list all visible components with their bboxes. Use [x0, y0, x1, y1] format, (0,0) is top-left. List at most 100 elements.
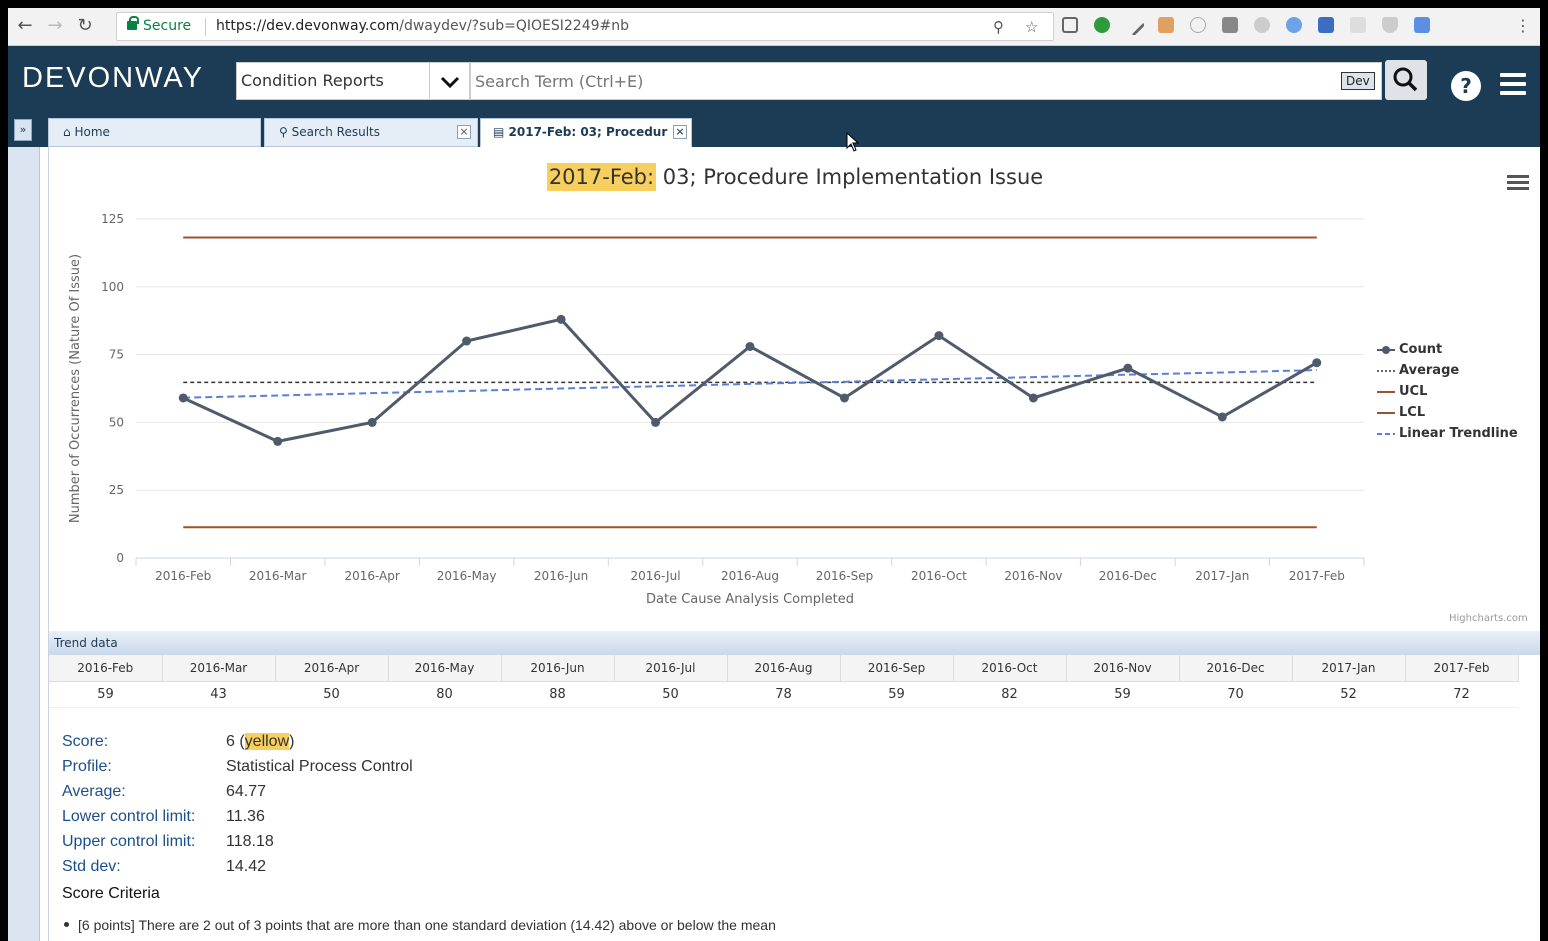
chart-legend: Count Average UCL LCL Linear Trendline [1377, 339, 1518, 444]
extension-blue-icon[interactable] [1286, 17, 1302, 33]
data-point [934, 331, 944, 341]
data-point [1312, 358, 1322, 368]
y-axis-title: Number of Occurrences (Nature Of Issue) [68, 254, 83, 523]
y-tick-label: 25 [109, 483, 124, 497]
chart-title: 2017-Feb: 03; Procedure Implementation I… [49, 163, 1540, 191]
translate-icon[interactable] [1414, 17, 1430, 33]
extension-green-icon[interactable] [1094, 17, 1110, 33]
legend-symbol [1377, 345, 1395, 354]
extension-face-icon[interactable] [1254, 17, 1270, 33]
x-tick-label: 2016-Feb [155, 569, 211, 583]
extension-g-icon[interactable] [1350, 17, 1366, 33]
table-cell: 82 [953, 681, 1066, 708]
data-point [556, 314, 566, 324]
forward-icon[interactable]: → [44, 14, 66, 38]
legend-item[interactable]: UCL [1377, 381, 1518, 402]
legend-label: UCL [1399, 384, 1428, 399]
key-icon[interactable]: ⚲ [993, 18, 1004, 36]
data-point [839, 393, 849, 403]
home-icon: ⌂ [63, 125, 71, 139]
chart-credits[interactable]: Highcharts.com [1449, 613, 1528, 624]
logo[interactable]: DEVONWAY [22, 62, 204, 95]
close-icon[interactable]: × [457, 125, 471, 139]
star-icon[interactable]: ☆ [1025, 18, 1038, 36]
url-text: https://dev.devonway.com/dwaydev/?sub=QI… [216, 18, 630, 34]
score-criteria-title: Score Criteria [62, 885, 160, 902]
table-header-cell: 2016-Aug [727, 655, 841, 682]
expand-sidebar-icon[interactable]: » [14, 119, 32, 141]
table-header-cell: 2016-Sep [840, 655, 954, 682]
y-tick-label: 0 [116, 551, 124, 565]
legend-label: Count [1399, 342, 1443, 357]
legend-label: Linear Trendline [1399, 426, 1518, 441]
app-header: DEVONWAY Condition Reports Dev ? [8, 46, 1540, 114]
data-point [273, 436, 283, 446]
table-cell: 50 [275, 681, 388, 708]
eyedropper-icon[interactable] [1122, 13, 1146, 37]
x-tick-label: 2016-Mar [249, 569, 307, 583]
stat-score: Score: 6 (yellow) [62, 733, 295, 750]
table-cell: 80 [388, 681, 501, 708]
legend-item[interactable]: Count [1377, 339, 1518, 360]
legend-symbol [1377, 369, 1395, 372]
search-input[interactable] [470, 62, 1382, 100]
legend-item[interactable]: Average [1377, 360, 1518, 381]
address-bar[interactable]: Secure https://dev.devonway.com/dwaydev/… [116, 12, 1054, 41]
browser-menu-icon[interactable]: ⋮ [1512, 14, 1534, 38]
data-point [745, 341, 755, 351]
legend-item[interactable]: Linear Trendline [1377, 423, 1518, 444]
tab-bar: » ⌂ Home ⚲ Search Results × ▤ 2017-Feb: … [8, 114, 1540, 147]
x-tick-label: 2016-Jul [631, 569, 681, 583]
category-select[interactable]: Condition Reports [236, 62, 430, 100]
search-icon: ⚲ [279, 125, 288, 139]
legend-symbol [1377, 411, 1395, 414]
x-tick-label: 2016-Oct [911, 569, 967, 583]
data-point [1123, 363, 1133, 373]
table-cell: 59 [840, 681, 953, 708]
x-tick-label: 2016-Sep [816, 569, 874, 583]
table-header-cell: 2016-Jul [614, 655, 728, 682]
browser-window: ← → ↻ Secure https://dev.devonway.com/dw… [8, 8, 1540, 941]
trend-table: 2016-Feb 2016-Mar 2016-Apr 2016-May 2016-Jun… [49, 655, 1519, 708]
extension-circle-icon[interactable] [1190, 17, 1206, 33]
y-tick-label: 50 [109, 415, 124, 429]
chart-icon: ▤ [493, 125, 505, 139]
table-header-cell: 2016-May [388, 655, 502, 682]
main-content: 2017-Feb: 03; Procedure Implementation I… [48, 147, 1540, 941]
back-icon[interactable]: ← [14, 14, 36, 38]
y-tick-label: 100 [101, 280, 124, 294]
help-icon[interactable]: ? [1451, 71, 1481, 101]
x-tick-label: 2017-Feb [1289, 569, 1345, 583]
stat-std-dev: Std dev: 14.42 [62, 858, 267, 875]
data-point [1028, 393, 1038, 403]
stat-profile: Profile: Statistical Process Control [62, 758, 413, 775]
hamburger-menu-icon[interactable] [1500, 73, 1526, 95]
chart-context-menu-icon[interactable] [1507, 175, 1529, 191]
table-header-cell: 2016-Apr [275, 655, 389, 682]
close-icon[interactable]: × [673, 125, 687, 139]
tab-chart[interactable]: ▤ 2017-Feb: 03; Procedur × [480, 118, 692, 147]
cast-icon[interactable] [1062, 17, 1078, 33]
table-cell: 88 [501, 681, 614, 708]
score-color-badge: yellow [244, 733, 290, 750]
x-tick-label: 2017-Jan [1195, 569, 1249, 583]
tab-home[interactable]: ⌂ Home [48, 118, 261, 147]
table-cell: 50 [614, 681, 727, 708]
extension-orange-icon[interactable] [1158, 17, 1174, 33]
search-button[interactable] [1385, 60, 1427, 100]
secure-indicator: Secure [127, 16, 191, 34]
lock-icon [127, 16, 139, 30]
legend-item[interactable]: LCL [1377, 402, 1518, 423]
extension-s-icon[interactable] [1318, 17, 1334, 33]
reload-icon[interactable]: ↻ [74, 14, 96, 38]
legend-label: Average [1399, 363, 1460, 378]
extension-gray-icon[interactable] [1222, 17, 1238, 33]
table-header-cell: 2017-Jan [1292, 655, 1406, 682]
data-point [462, 336, 472, 346]
x-tick-label: 2016-Jun [534, 569, 588, 583]
address-divider [205, 18, 206, 36]
drive-icon[interactable] [1382, 17, 1398, 33]
chevron-down-icon[interactable] [430, 62, 470, 100]
tab-search-results[interactable]: ⚲ Search Results × [264, 118, 478, 147]
stat-ucl: Upper control limit: 118.18 [62, 833, 274, 850]
